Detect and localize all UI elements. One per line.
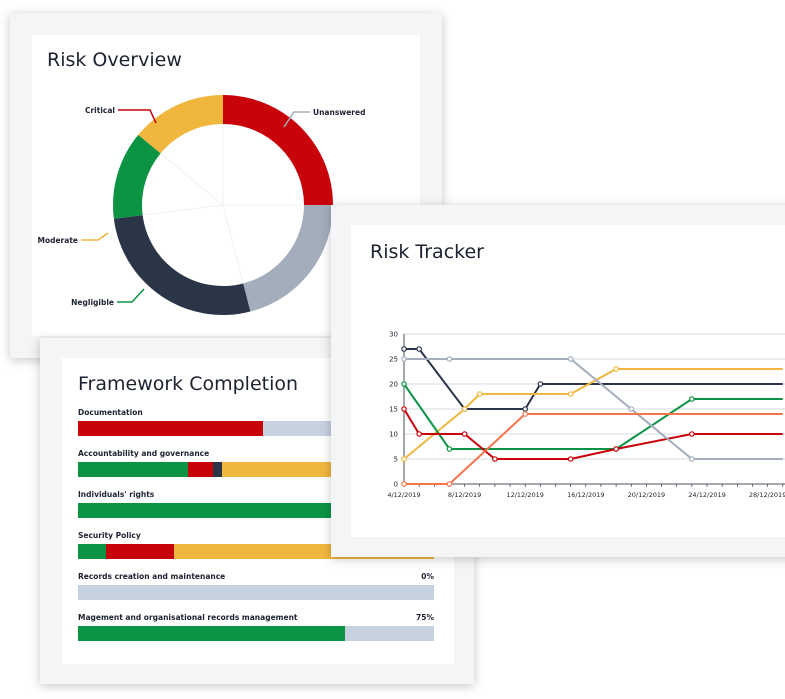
- data-point-critical: [461, 431, 468, 437]
- series-line-negligible: [403, 383, 783, 450]
- donut-slice-negligible: [113, 134, 161, 219]
- y-tick-label: 10: [389, 431, 398, 439]
- donut-leader-critical: [118, 109, 157, 124]
- x-tick-label: 8/12/2019: [448, 491, 481, 499]
- data-point-moderate: [567, 391, 574, 397]
- data-point-high: [401, 346, 407, 352]
- data-point-unanswered: [401, 356, 407, 362]
- risk-tracker-panel: Risk Tracker 0 5 10 15 20 25 30 4/12/2019 8/12/2…: [351, 225, 785, 537]
- y-tick-label: 30: [389, 331, 398, 339]
- data-point-orange: [401, 481, 407, 487]
- data-point-unanswered: [689, 456, 695, 462]
- donut-slice-unanswered: [243, 205, 333, 312]
- donut-slice-moderate: [138, 95, 223, 154]
- data-point-critical: [416, 431, 422, 437]
- y-tick-label: 20: [389, 381, 398, 389]
- data-point-high: [537, 381, 544, 387]
- donut-divider: [222, 204, 244, 284]
- data-point-moderate: [613, 366, 619, 372]
- data-point-unanswered: [567, 356, 574, 362]
- progress-segment-high: [213, 462, 223, 477]
- risk-tracker-card: Risk Tracker 0 5 10 15 20 25 30 4/12/2019 8/12/2…: [331, 205, 785, 557]
- progress-segment-negligible: [78, 544, 107, 559]
- data-point-negligible: [446, 446, 453, 452]
- data-point-moderate: [401, 456, 407, 462]
- data-point-critical: [567, 456, 574, 462]
- donut-label-unanswered: Unanswered: [313, 108, 365, 117]
- bar-label-documentation: Documentation: [78, 408, 143, 417]
- x-tick-label: 24/12/2019: [688, 491, 725, 499]
- y-tick-label: 15: [389, 406, 398, 414]
- data-point-orange: [446, 481, 453, 487]
- bar-label-records-management: Magement and organisational records mana…: [78, 613, 298, 622]
- data-point-negligible: [689, 396, 695, 402]
- x-tick-label: 16/12/2019: [567, 491, 604, 499]
- donut-leader-negligible: [117, 288, 145, 303]
- bar-label-individuals-rights: Individuals' rights: [78, 490, 155, 499]
- data-point-orange: [522, 411, 529, 417]
- data-point-moderate: [476, 391, 483, 397]
- framework-completion-title: Framework Completion: [78, 373, 299, 395]
- progress-bar-records-management: [78, 626, 434, 641]
- y-tick-label: 0: [394, 481, 398, 489]
- progress-bar-records-creation: [78, 585, 434, 600]
- risk-tracker-line-chart: 0 5 10 15 20 25 30 4/12/2019 8/12/2019 12/12/2019…: [387, 331, 785, 499]
- bar-label-records-creation: Records creation and maintenance: [78, 572, 226, 581]
- data-point-high: [416, 346, 422, 352]
- bar-pct-records-management: 75%: [416, 613, 434, 622]
- data-point-unanswered: [446, 356, 453, 362]
- progress-segment-critical: [188, 462, 214, 477]
- x-tick-label: 4/12/2019: [387, 491, 420, 499]
- progress-segment-critical: [106, 544, 175, 559]
- data-point-critical: [492, 456, 498, 462]
- bar-label-security-policy: Security Policy: [78, 531, 141, 540]
- y-tick-label: 5: [394, 456, 398, 464]
- donut-label-critical: Critical: [85, 106, 115, 115]
- data-point-unanswered: [628, 406, 635, 412]
- donut-label-negligible: Negligible: [71, 298, 114, 307]
- x-tick-label: 20/12/2019: [628, 491, 665, 499]
- data-point-moderate: [461, 406, 468, 412]
- progress-segment-critical: [78, 421, 264, 436]
- bar-label-accountability: Accountability and governance: [78, 449, 210, 458]
- donut-divider: [142, 204, 224, 216]
- progress-segment-negligible: [78, 462, 189, 477]
- data-point-negligible: [401, 381, 407, 387]
- progress-segment-negligible: [78, 626, 345, 641]
- x-tick-label: 12/12/2019: [506, 491, 543, 499]
- donut-divider: [160, 152, 224, 206]
- data-point-critical: [689, 431, 695, 437]
- bar-pct-records-creation: 0%: [421, 572, 434, 581]
- donut-label-moderate: Moderate: [37, 236, 78, 245]
- data-point-critical: [401, 406, 407, 412]
- data-point-critical: [613, 446, 619, 452]
- x-tick-label: 28/12/2019: [749, 491, 785, 499]
- donut-leader-moderate: [81, 232, 109, 241]
- y-tick-label: 25: [389, 356, 398, 364]
- data-point-high: [522, 406, 529, 412]
